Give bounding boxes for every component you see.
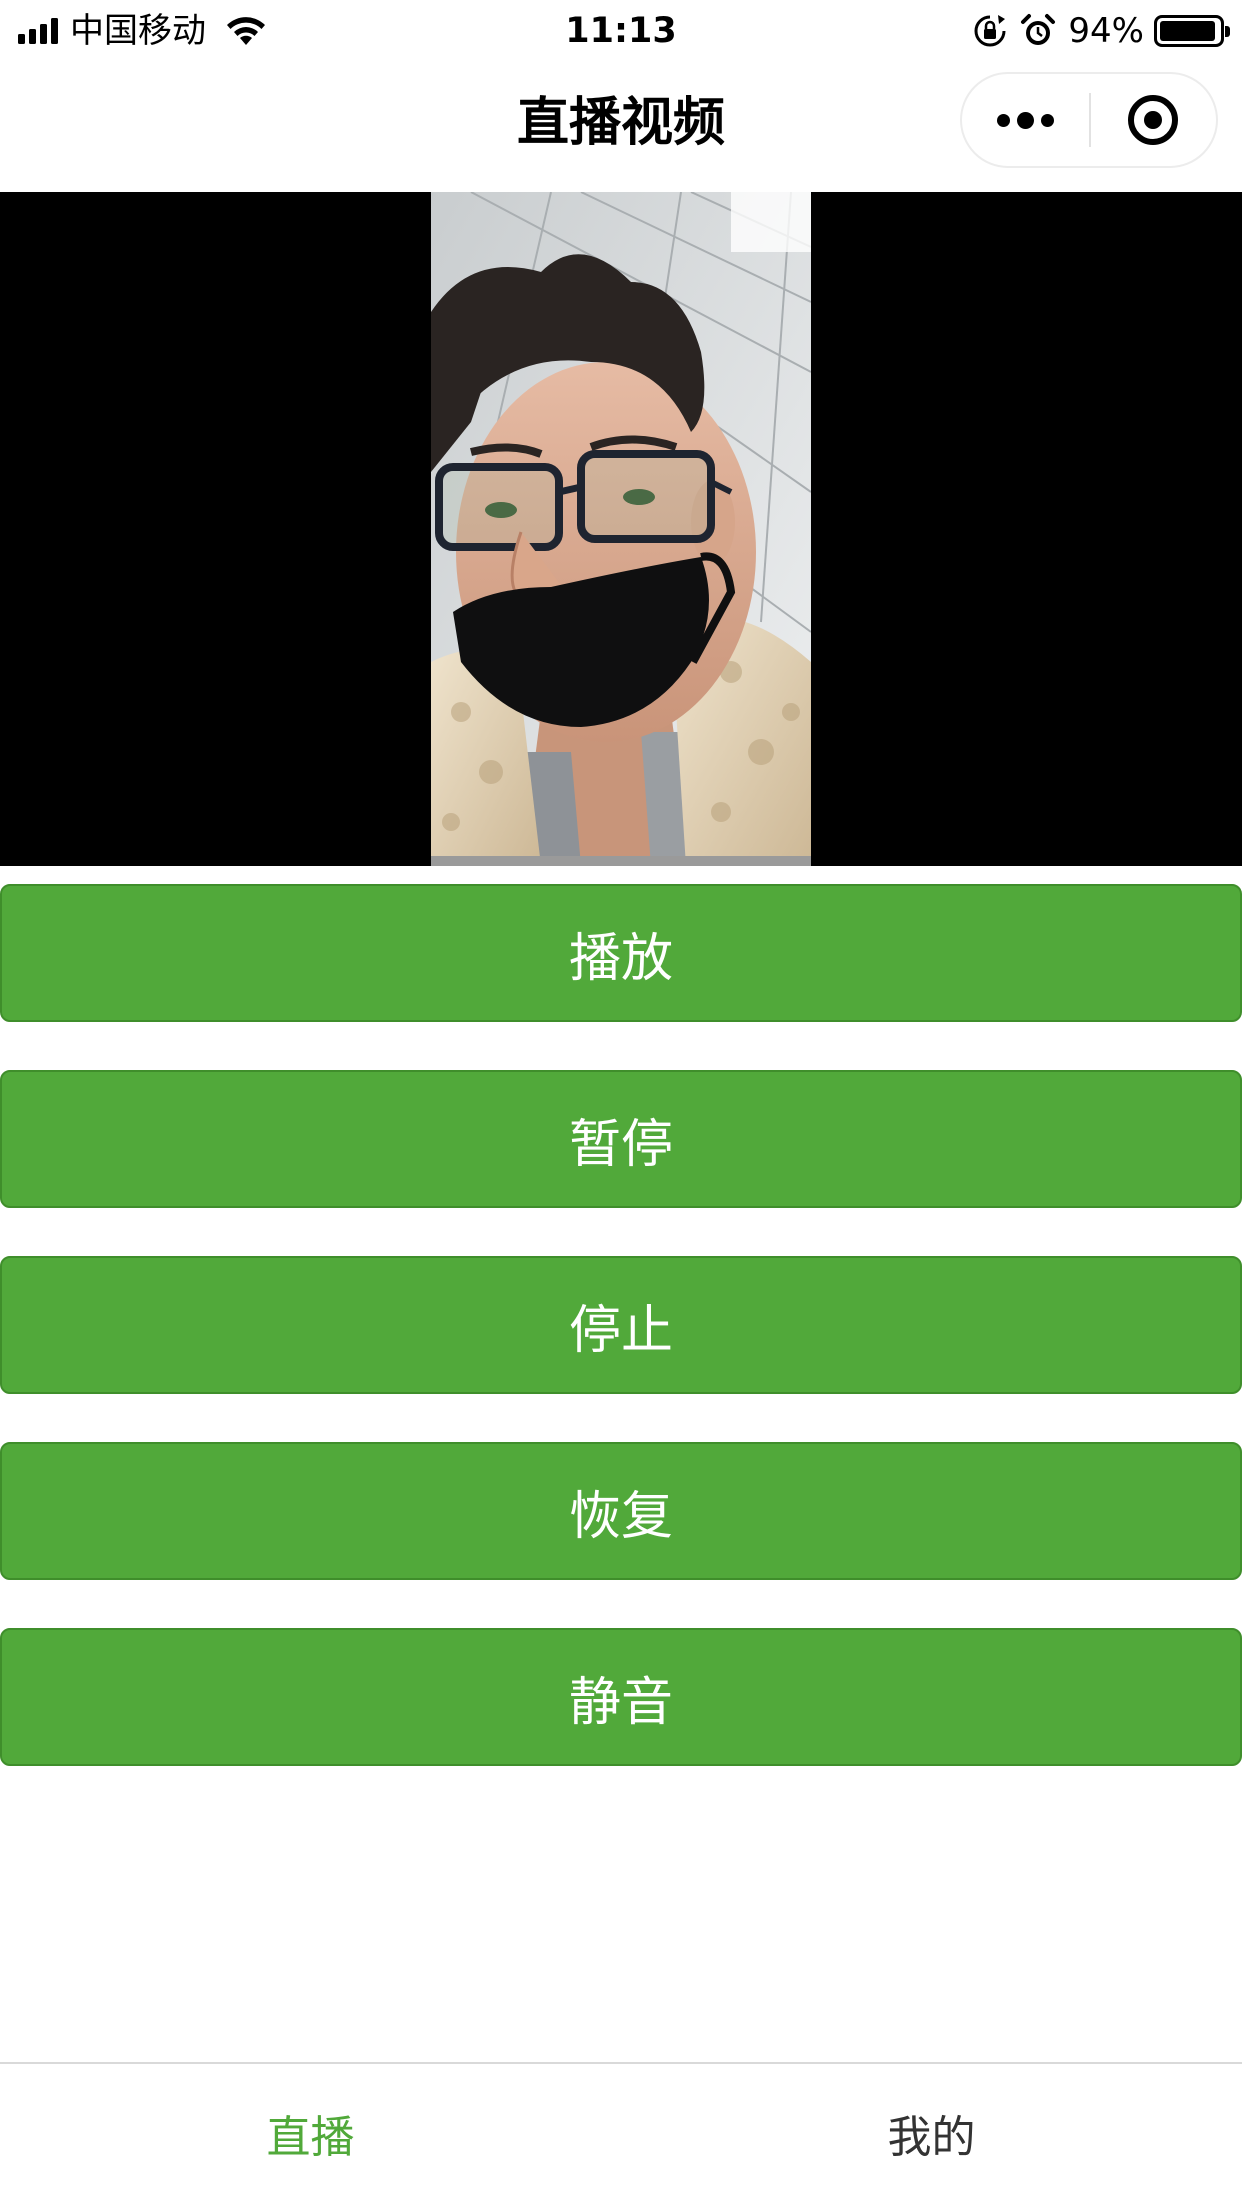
tab-bar: 直播 我的 bbox=[0, 2062, 1242, 2208]
status-bar: 中国移动 11:13 94% bbox=[0, 0, 1242, 62]
resume-button[interactable]: 恢复 bbox=[0, 1442, 1242, 1580]
battery-icon bbox=[1154, 15, 1230, 47]
stop-button[interactable]: 停止 bbox=[0, 1256, 1242, 1394]
tab-live[interactable]: 直播 bbox=[0, 2064, 621, 2208]
status-right: 94% bbox=[972, 8, 1230, 54]
orientation-lock-icon bbox=[974, 15, 1006, 47]
mini-program-capsule bbox=[960, 72, 1218, 168]
live-player[interactable] bbox=[0, 192, 1242, 866]
video-frame bbox=[431, 192, 811, 866]
navigation-bar: 直播视频 bbox=[0, 62, 1242, 190]
alarm-icon bbox=[1021, 14, 1056, 45]
mute-button[interactable]: 静音 bbox=[0, 1628, 1242, 1766]
battery-percent: 94% bbox=[1068, 11, 1144, 51]
tab-mine[interactable]: 我的 bbox=[621, 2064, 1242, 2208]
play-button[interactable]: 播放 bbox=[0, 884, 1242, 1022]
target-close-icon[interactable] bbox=[1091, 74, 1216, 166]
more-dots-icon[interactable] bbox=[962, 74, 1089, 166]
pause-button[interactable]: 暂停 bbox=[0, 1070, 1242, 1208]
